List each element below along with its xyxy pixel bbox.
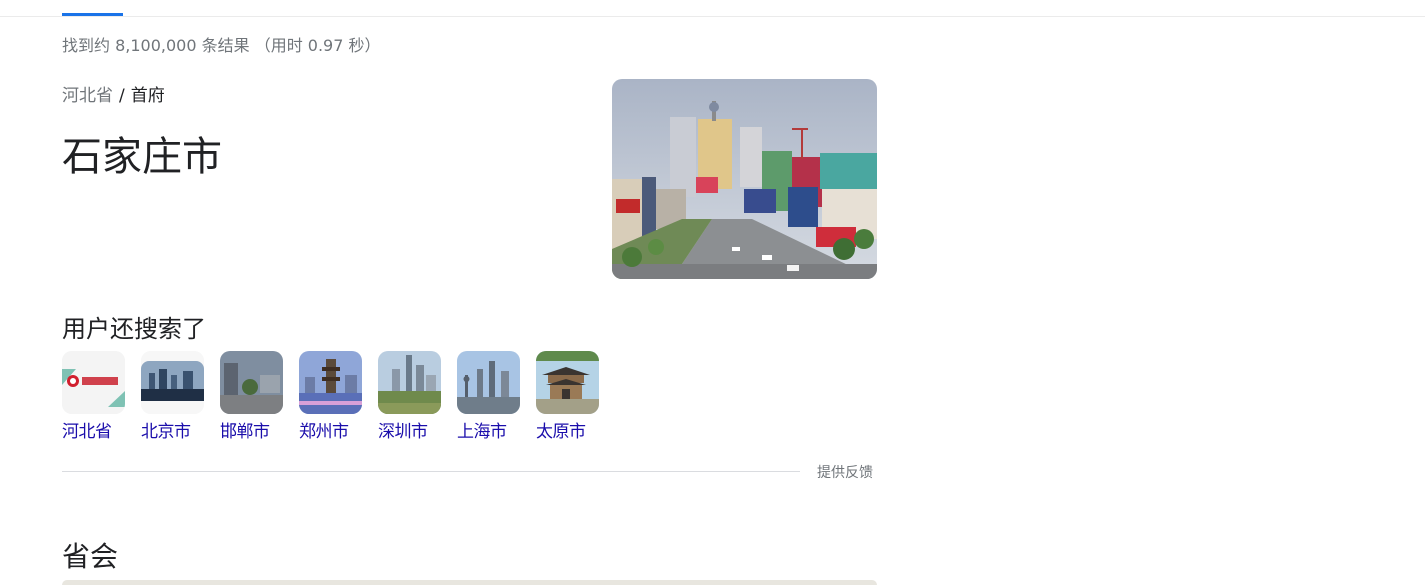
related-item-shenzhen[interactable]: 深圳市: [378, 351, 441, 442]
related-item-beijing[interactable]: 北京市: [141, 351, 204, 442]
related-thumb-zhengzhou: [299, 351, 362, 414]
related-label-shenzhen: 深圳市: [378, 422, 428, 442]
taiyuan-gate-thumb: [536, 351, 599, 414]
related-item-hebei[interactable]: 河北省: [62, 351, 125, 442]
handan-city-thumb: [220, 351, 283, 414]
header-divider: [0, 16, 1425, 17]
shanghai-skyline-thumb: [457, 351, 520, 414]
feedback-divider: [62, 471, 800, 472]
related-searches-list: 河北省 北京市 邯郸市 郑州市 深圳市 上海市 太原市: [62, 351, 599, 442]
city-street-photo: [612, 79, 877, 279]
breadcrumb-parent-link[interactable]: 河北省: [62, 86, 113, 106]
related-item-zhengzhou[interactable]: 郑州市: [299, 351, 362, 442]
entity-title: 石家庄市: [62, 134, 222, 180]
related-item-taiyuan[interactable]: 太原市: [536, 351, 599, 442]
hebei-university-logo-thumb: [62, 351, 125, 414]
related-label-taiyuan: 太原市: [536, 422, 586, 442]
city-photo[interactable]: [612, 79, 877, 279]
breadcrumb: 河北省 / 首府: [62, 81, 165, 106]
active-tab-indicator: [62, 13, 123, 16]
beijing-skyline-thumb: [141, 351, 204, 414]
related-label-beijing: 北京市: [141, 422, 191, 442]
feedback-link[interactable]: 提供反馈: [817, 462, 873, 482]
related-label-handan: 邯郸市: [220, 422, 270, 442]
related-thumb-taiyuan: [536, 351, 599, 414]
breadcrumb-separator: /: [119, 86, 125, 106]
related-item-handan[interactable]: 邯郸市: [220, 351, 283, 442]
related-thumb-shanghai: [457, 351, 520, 414]
related-thumb-handan: [220, 351, 283, 414]
related-label-hebei: 河北省: [62, 422, 112, 442]
section-heading-capital: 省会: [62, 540, 119, 573]
zhengzhou-tower-thumb: [299, 351, 362, 414]
related-label-shanghai: 上海市: [457, 422, 507, 442]
related-item-shanghai[interactable]: 上海市: [457, 351, 520, 442]
result-stats: 找到约 8,100,000 条结果 （用时 0.97 秒）: [62, 36, 381, 55]
related-thumb-shenzhen: [378, 351, 441, 414]
related-searches-heading: 用户还搜索了: [62, 315, 206, 343]
related-label-zhengzhou: 郑州市: [299, 422, 349, 442]
map-preview[interactable]: [62, 580, 877, 585]
related-thumb-beijing: [141, 351, 204, 414]
breadcrumb-entity-type: 首府: [130, 86, 165, 106]
shenzhen-skyline-thumb: [378, 351, 441, 414]
related-thumb-hebei: [62, 351, 125, 414]
